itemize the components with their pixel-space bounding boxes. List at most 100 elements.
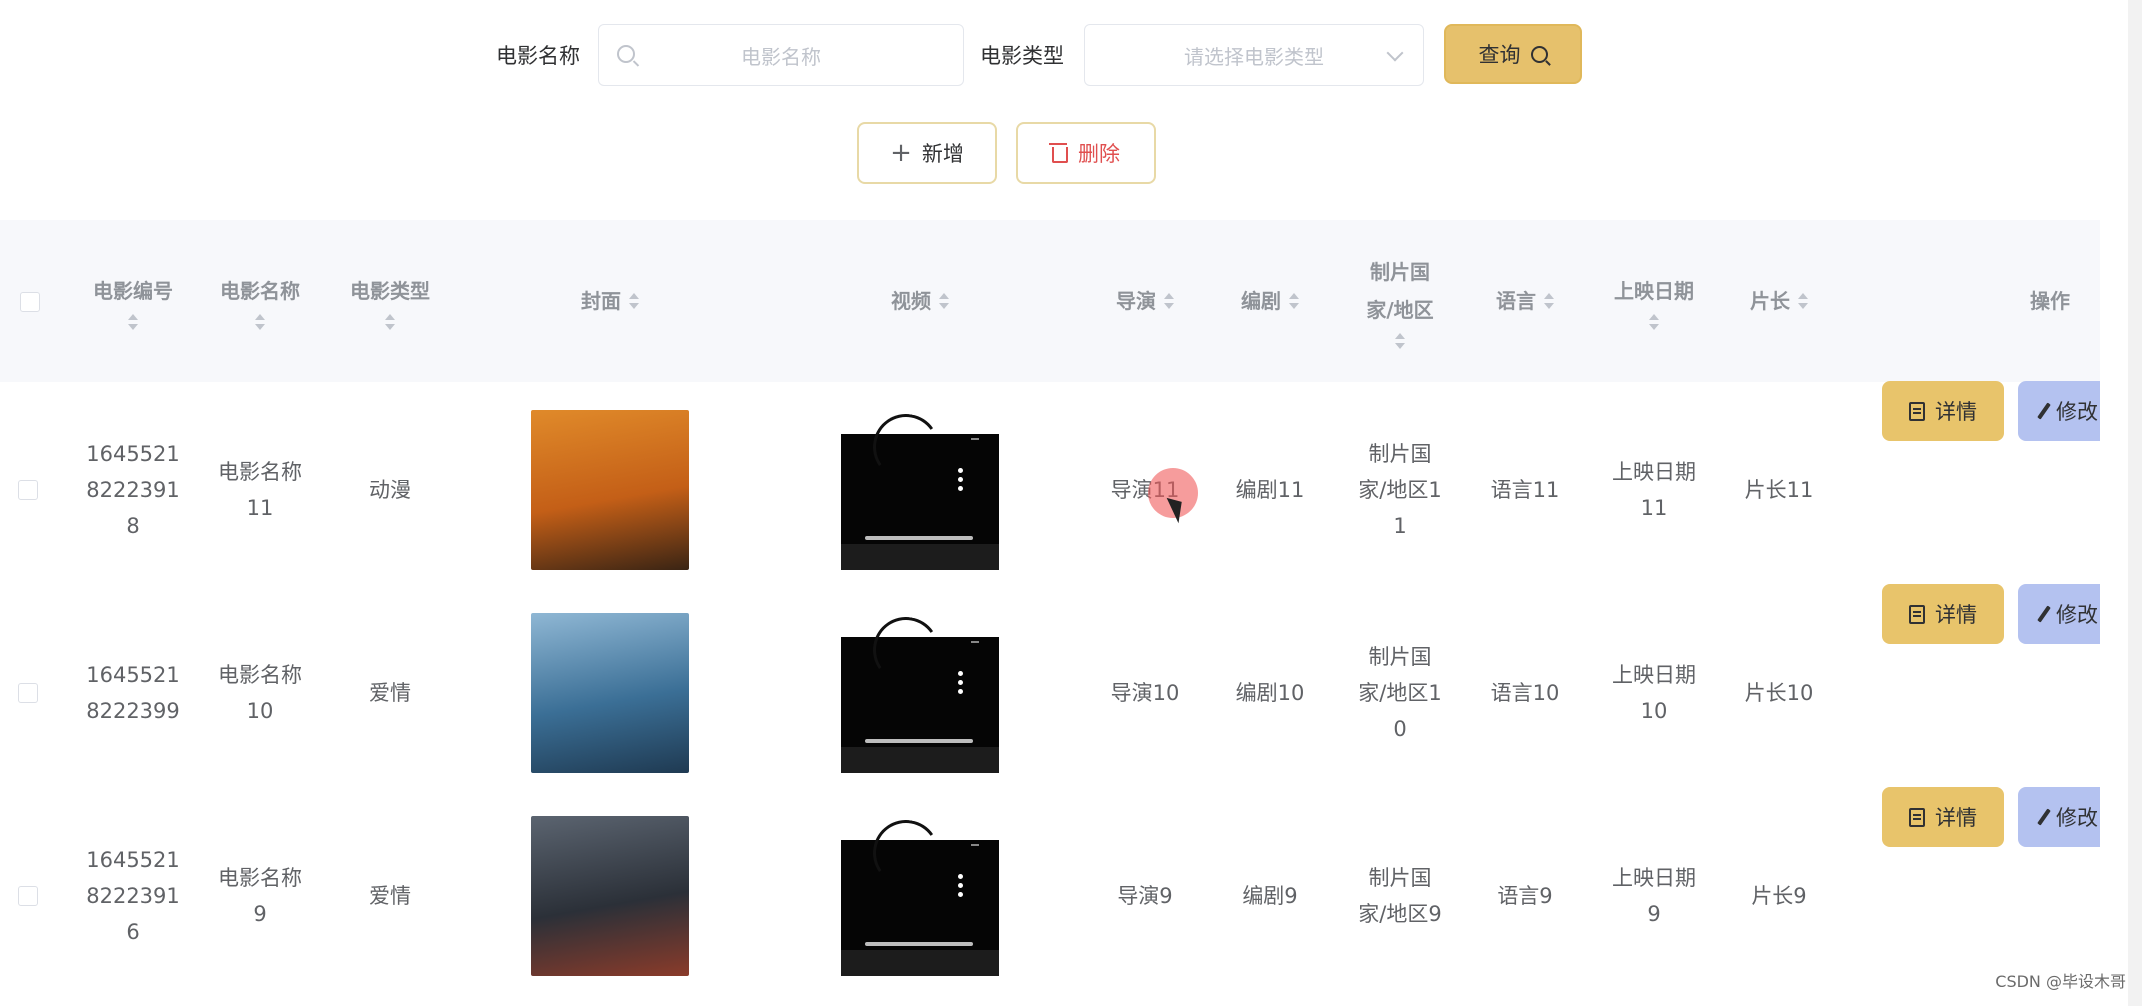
cell-type: 动漫 — [369, 477, 411, 502]
cell-language: 语言11 — [1490, 477, 1560, 502]
detail-button[interactable]: 详情 — [1882, 787, 2004, 847]
column-header-writer[interactable]: 编剧 — [1215, 220, 1325, 382]
cell-id: 1645521 8222391 8 — [86, 441, 180, 538]
video-progress-bar[interactable] — [865, 738, 973, 743]
video-player[interactable] — [841, 815, 999, 976]
detail-button[interactable]: 详情 — [1882, 584, 2004, 644]
sort-icon[interactable] — [1395, 333, 1405, 349]
query-button-label: 查询 — [1478, 43, 1521, 67]
sort-icon[interactable] — [939, 293, 949, 309]
cell-id: 1645521 8222399 — [86, 662, 180, 723]
table-row: 1645521 8222391 6 电影名称 9 爱情 导演9 编剧9 制片国 家/地区… — [0, 787, 2138, 997]
cell-duration: 片长11 — [1744, 477, 1814, 502]
cell-language: 语言10 — [1490, 680, 1560, 705]
cell-duration: 片长9 — [1751, 883, 1807, 908]
cell-name: 电影名称 9 — [218, 865, 302, 926]
video-progress-bar[interactable] — [865, 535, 973, 540]
cell-name: 电影名称 11 — [218, 459, 302, 520]
cell-release: 上映日期 11 — [1612, 459, 1696, 520]
sort-icon[interactable] — [1289, 293, 1299, 309]
more-options-icon[interactable] — [958, 670, 963, 676]
cell-director: 导演10 — [1110, 680, 1180, 705]
cell-release: 上映日期 9 — [1612, 865, 1696, 926]
movie-type-select[interactable]: 请选择电影类型 — [1084, 24, 1424, 86]
row-checkbox[interactable] — [18, 480, 38, 500]
cell-video — [770, 388, 1070, 591]
cover-image[interactable] — [531, 409, 689, 570]
table-row: 1645521 8222391 8 电影名称 11 动漫 导演11 编剧11 制片国家… — [0, 381, 2138, 591]
more-options-icon[interactable] — [958, 873, 963, 879]
column-header-director[interactable]: 导演 — [1085, 220, 1205, 382]
cell-director: 导演9 — [1117, 883, 1173, 908]
cell-cover — [460, 591, 760, 794]
search-icon — [1530, 45, 1548, 63]
document-icon — [1909, 604, 1925, 624]
detail-button[interactable]: 详情 — [1882, 381, 2004, 441]
cover-image[interactable] — [531, 612, 689, 773]
cell-type: 爱情 — [369, 680, 411, 705]
video-player[interactable] — [841, 612, 999, 773]
cell-type: 爱情 — [369, 883, 411, 908]
column-header-id[interactable]: 电影编号 — [78, 220, 188, 382]
column-header-name[interactable]: 电影名称 — [200, 220, 320, 382]
movie-type-label: 电影类型 — [980, 44, 1064, 68]
vertical-scrollbar[interactable] — [2128, 0, 2142, 1006]
cell-writer: 编剧9 — [1242, 883, 1298, 908]
trash-icon — [1049, 143, 1068, 163]
sort-icon[interactable] — [385, 314, 395, 330]
sort-icon[interactable] — [255, 314, 265, 330]
column-header-country[interactable]: 制片国 家/地区 — [1338, 220, 1462, 382]
movie-name-label: 电影名称 — [496, 44, 580, 68]
pencil-icon — [2037, 808, 2051, 826]
plus-icon: + — [890, 138, 912, 168]
sort-icon[interactable] — [1649, 314, 1659, 330]
sort-icon[interactable] — [1544, 293, 1554, 309]
cell-writer: 编剧11 — [1235, 477, 1305, 502]
column-header-cover[interactable]: 封面 — [460, 220, 760, 382]
movie-name-placeholder: 电影名称 — [741, 44, 821, 69]
watermark: CSDN @毕设木哥 — [1995, 972, 2126, 991]
add-button-label: 新增 — [921, 142, 964, 166]
delete-button-label: 删除 — [1078, 142, 1120, 166]
cell-country: 制片国 家/地区1 1 — [1358, 441, 1442, 538]
cell-writer: 编剧10 — [1235, 680, 1305, 705]
cell-cover — [460, 794, 760, 997]
cell-duration: 片长10 — [1744, 680, 1814, 705]
table-header: 电影编号 电影名称 电影类型 封面 视频 导演 编剧 制片国 家/地区 语言 上映… — [0, 220, 2100, 382]
cell-video — [770, 794, 1070, 997]
pencil-icon — [2037, 605, 2051, 623]
sort-icon[interactable] — [629, 293, 639, 309]
cell-country: 制片国 家/地区9 — [1358, 865, 1442, 926]
row-checkbox[interactable] — [18, 886, 38, 906]
column-header-release[interactable]: 上映日期 — [1592, 220, 1716, 382]
cell-id: 1645521 8222391 6 — [86, 847, 180, 944]
movie-name-input[interactable]: 电影名称 — [598, 24, 964, 86]
video-progress-bar[interactable] — [865, 941, 973, 946]
cell-release: 上映日期 10 — [1612, 662, 1696, 723]
sort-icon[interactable] — [1798, 293, 1808, 309]
cover-image[interactable] — [531, 815, 689, 976]
cell-cover — [460, 388, 760, 591]
cell-video — [770, 591, 1070, 794]
sort-icon[interactable] — [1164, 293, 1174, 309]
column-header-type[interactable]: 电影类型 — [330, 220, 450, 382]
sort-icon[interactable] — [128, 314, 138, 330]
video-player[interactable] — [841, 409, 999, 570]
document-icon — [1909, 807, 1925, 827]
column-header-video[interactable]: 视频 — [770, 220, 1070, 382]
document-icon — [1909, 401, 1925, 421]
column-header-duration[interactable]: 片长 — [1720, 220, 1838, 382]
cell-language: 语言9 — [1497, 883, 1553, 908]
query-button[interactable]: 查询 — [1444, 24, 1582, 84]
more-options-icon[interactable] — [958, 467, 963, 473]
cell-name: 电影名称 10 — [218, 662, 302, 723]
cell-country: 制片国 家/地区1 0 — [1358, 644, 1442, 741]
delete-button[interactable]: 删除 — [1016, 122, 1156, 184]
column-header-language[interactable]: 语言 — [1470, 220, 1580, 382]
select-all-checkbox[interactable] — [20, 292, 40, 312]
row-checkbox[interactable] — [18, 683, 38, 703]
pencil-icon — [2037, 402, 2051, 420]
movie-type-placeholder: 请选择电影类型 — [1184, 44, 1324, 69]
add-button[interactable]: + 新增 — [857, 122, 997, 184]
search-bar: 电影名称 电影名称 电影类型 请选择电影类型 查询 — [0, 0, 2144, 100]
